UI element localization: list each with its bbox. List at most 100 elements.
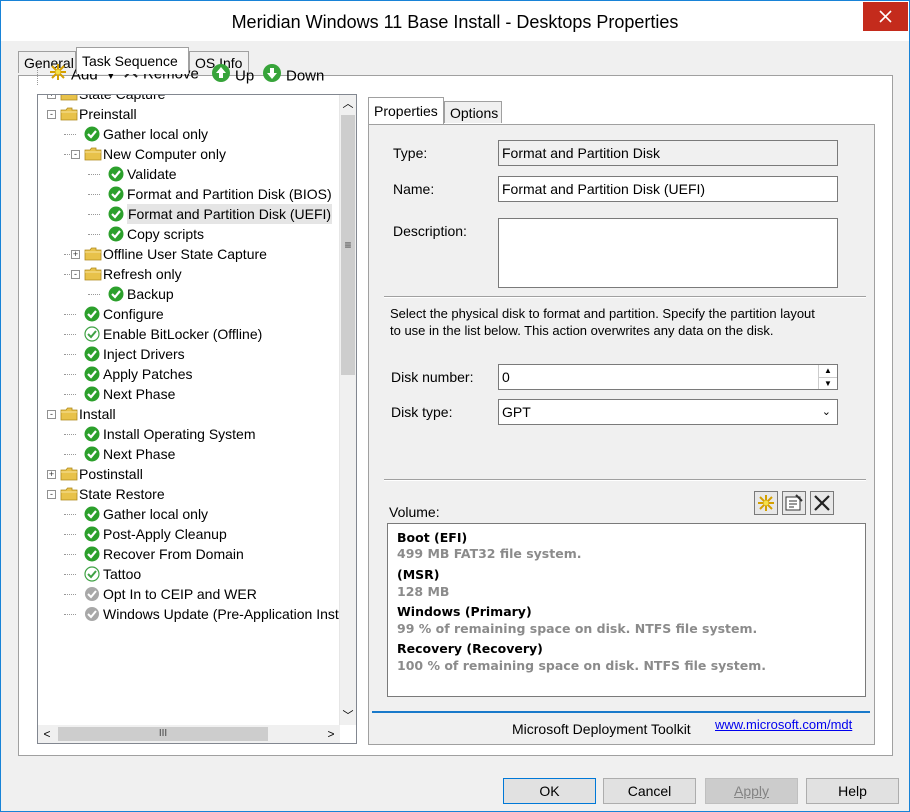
collapse-icon[interactable]: - — [71, 270, 80, 279]
tab-task-sequence[interactable]: Task Sequence — [76, 47, 189, 74]
volume-title[interactable]: (MSR) — [397, 567, 440, 582]
tree-item[interactable]: Recover From Domain — [38, 544, 338, 564]
tree-item[interactable]: Format and Partition Disk (UEFI) — [38, 204, 338, 224]
collapse-icon[interactable]: - — [47, 490, 56, 499]
checkmark-icon — [84, 126, 102, 142]
tree-item[interactable]: Tattoo — [38, 564, 338, 584]
tree-item[interactable]: Gather local only — [38, 124, 338, 144]
tree-connector — [64, 574, 76, 575]
tree-item[interactable]: - Refresh only — [38, 264, 338, 284]
tree-item[interactable]: Validate — [38, 164, 338, 184]
tree-vertical-scrollbar[interactable]: ︿ ≡ ﹀ — [339, 95, 356, 725]
tree-item[interactable]: Inject Drivers — [38, 344, 338, 364]
volume-title[interactable]: Boot (EFI) — [397, 530, 467, 545]
tree-item-label: Preinstall — [79, 106, 137, 122]
collapse-icon[interactable]: - — [47, 110, 56, 119]
tree-item[interactable]: Apply Patches — [38, 364, 338, 384]
tree-item[interactable]: - New Computer only — [38, 144, 338, 164]
collapse-icon[interactable]: - — [71, 150, 80, 159]
checkmark-icon — [108, 286, 126, 302]
tree-item[interactable]: + State Capture — [38, 95, 338, 104]
down-button[interactable]: Down — [262, 63, 324, 85]
tree-item[interactable]: - Install — [38, 404, 338, 424]
cancel-button[interactable]: Cancel — [603, 778, 696, 804]
disk-type-select[interactable]: GPT ⌄ — [498, 399, 838, 425]
close-icon — [879, 10, 892, 23]
tree-item-label: Tattoo — [103, 566, 142, 582]
disk-number-spinner[interactable]: ▲ ▼ — [818, 365, 837, 389]
volume-detail: 499 MB FAT32 file system. — [397, 546, 582, 561]
tree-connector — [64, 534, 76, 535]
volume-list[interactable]: Boot (EFI) 499 MB FAT32 file system. (MS… — [387, 523, 866, 697]
tree-item-label: Copy scripts — [127, 226, 205, 242]
description-label: Description: — [393, 223, 467, 239]
tree-item[interactable]: Backup — [38, 284, 338, 304]
scroll-up-arrow[interactable]: ︿ — [340, 95, 356, 113]
tree-connector — [64, 374, 76, 375]
instructions-line-1: Select the physical disk to format and p… — [390, 306, 815, 321]
close-button[interactable] — [863, 2, 908, 31]
apply-button[interactable]: Apply — [705, 778, 798, 804]
checkmark-icon — [108, 206, 126, 222]
tree-item-label: Refresh only — [103, 266, 182, 282]
tree-item[interactable]: Format and Partition Disk (BIOS) — [38, 184, 338, 204]
expand-icon[interactable]: + — [47, 95, 56, 99]
scroll-right-arrow[interactable]: > — [322, 725, 340, 743]
tree-item[interactable]: Gather local only — [38, 504, 338, 524]
tree-item-label: Validate — [127, 166, 177, 182]
volume-title[interactable]: Windows (Primary) — [397, 604, 532, 619]
tree-item[interactable]: Install Operating System — [38, 424, 338, 444]
tree-item-label: Backup — [127, 286, 174, 302]
spinner-down-icon[interactable]: ▼ — [819, 378, 837, 389]
tree-item[interactable]: Configure — [38, 304, 338, 324]
up-button[interactable]: Up — [211, 63, 254, 85]
description-field[interactable] — [498, 218, 838, 288]
edit-volume-button[interactable] — [782, 491, 806, 515]
checkmark-icon — [108, 166, 126, 182]
tree-item[interactable]: - State Restore — [38, 484, 338, 504]
tab-properties[interactable]: Properties — [368, 97, 444, 124]
disk-number-field[interactable]: 0 ▲ ▼ — [498, 364, 838, 390]
up-label: Up — [235, 67, 255, 85]
tree-item[interactable]: - Preinstall — [38, 104, 338, 124]
tree-item[interactable]: Opt In to CEIP and WER — [38, 584, 338, 604]
tree-horizontal-scrollbar[interactable]: < III > — [38, 725, 340, 743]
folder-icon — [60, 486, 78, 502]
horizontal-scroll-thumb[interactable]: III — [58, 727, 268, 741]
tree-connector — [64, 334, 76, 335]
tree-item-label: Format and Partition Disk (UEFI) — [127, 204, 333, 224]
tree-item-label: State Restore — [79, 486, 165, 502]
volume-title[interactable]: Recovery (Recovery) — [397, 641, 543, 656]
mdt-link[interactable]: www.microsoft.com/mdt — [715, 717, 852, 732]
tree-item[interactable]: Copy scripts — [38, 224, 338, 244]
expand-icon[interactable]: + — [71, 250, 80, 259]
tree-item[interactable]: + Offline User State Capture — [38, 244, 338, 264]
tree-item-label: Configure — [103, 306, 164, 322]
delete-volume-button[interactable] — [810, 491, 834, 515]
tree-connector — [88, 214, 100, 215]
help-button[interactable]: Help — [806, 778, 899, 804]
folder-icon — [84, 246, 102, 262]
scroll-left-arrow[interactable]: < — [38, 725, 56, 743]
tree-item[interactable]: Next Phase — [38, 384, 338, 404]
add-volume-button[interactable] — [754, 491, 778, 515]
folder-icon — [84, 146, 102, 162]
tree-item[interactable]: Enable BitLocker (Offline) — [38, 324, 338, 344]
ok-button[interactable]: OK — [503, 778, 596, 804]
folder-icon — [60, 406, 78, 422]
tab-options[interactable]: Options — [444, 101, 502, 123]
folder-icon — [60, 106, 78, 122]
volume-label: Volume: — [389, 504, 440, 520]
tree-item[interactable]: Windows Update (Pre-Application Inst — [38, 604, 339, 624]
scroll-down-arrow[interactable]: ﹀ — [340, 707, 356, 725]
name-field[interactable]: Format and Partition Disk (UEFI) — [498, 176, 838, 202]
expand-icon[interactable]: + — [47, 470, 56, 479]
tree-item[interactable]: + Postinstall — [38, 464, 338, 484]
task-sequence-tree[interactable]: +Initialization+Validation+State Capture… — [37, 94, 357, 744]
collapse-icon[interactable]: - — [47, 410, 56, 419]
tree-item[interactable]: Post-Apply Cleanup — [38, 524, 338, 544]
checkmark-icon — [84, 506, 102, 522]
tree-item[interactable]: Next Phase — [38, 444, 338, 464]
spinner-up-icon[interactable]: ▲ — [819, 365, 837, 378]
vertical-scroll-thumb[interactable]: ≡ — [341, 115, 355, 375]
